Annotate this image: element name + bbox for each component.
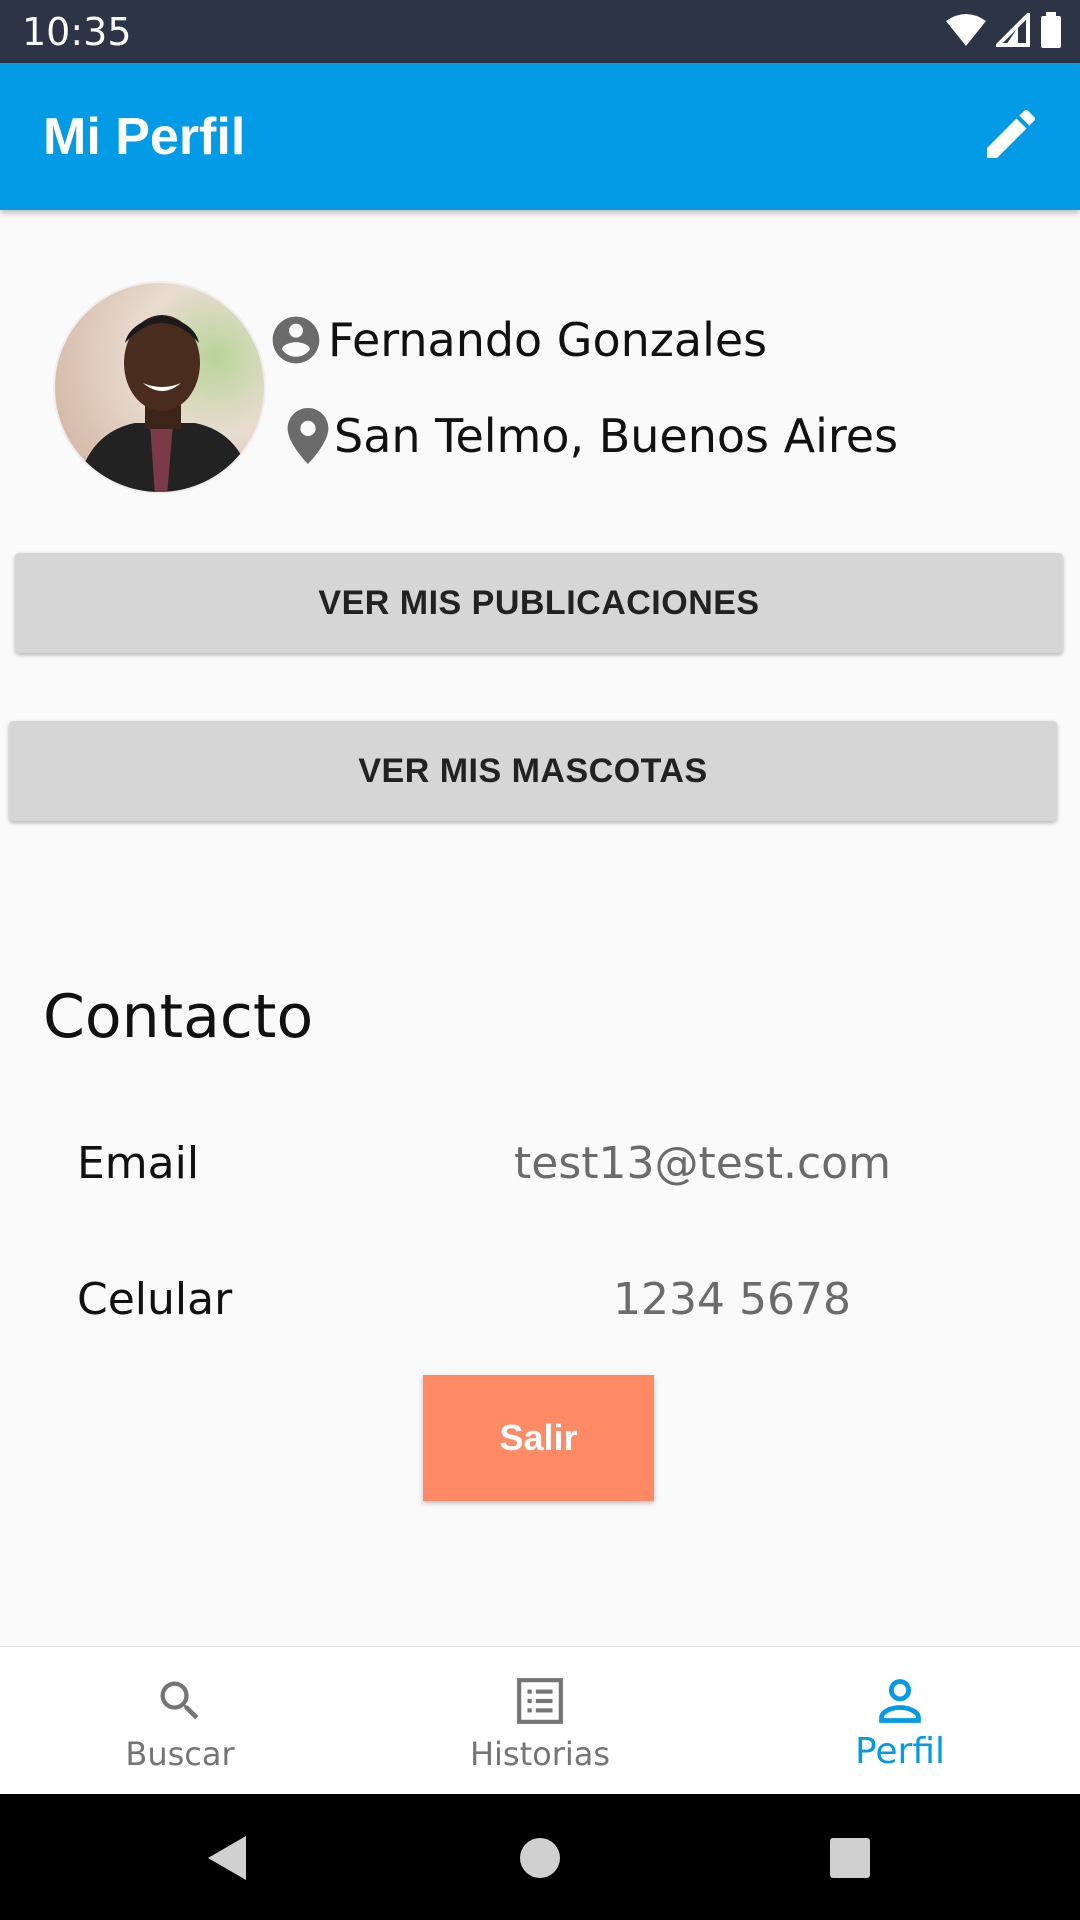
view-publications-button[interactable]: VER MIS PUBLICACIONES [15,553,1063,653]
nav-label-perfil: Perfil [854,1731,946,1772]
wifi-icon [946,13,986,52]
cell-signal-icon [993,9,1030,52]
nav-label-historias: Historias [469,1735,611,1773]
phone-value: 1234 5678 [613,1274,851,1325]
profile-name: Fernando Gonzales [328,313,768,367]
pencil-icon [979,102,1043,171]
system-navigation-bar [0,1794,1080,1920]
profile-location: San Telmo, Buenos Aires [334,409,899,463]
app-bar: Mi Perfil [0,63,1080,210]
email-label: Email [77,1138,200,1189]
back-button[interactable] [196,1830,256,1890]
nav-item-perfil[interactable]: Perfil [720,1647,1080,1794]
recents-square-icon [829,1837,871,1884]
status-bar: 10:35 [0,0,1080,63]
edit-profile-button[interactable] [976,101,1046,171]
bottom-navigation: Buscar Historias Perfil [0,1646,1080,1794]
view-pets-button[interactable]: VER MIS MASCOTAS [9,721,1057,821]
phone-label: Celular [77,1274,233,1325]
page-title: Mi Perfil [43,108,246,166]
nav-item-buscar[interactable]: Buscar [0,1647,360,1794]
account-circle-icon [268,312,324,368]
logout-button[interactable]: Salir [423,1375,654,1501]
profile-location-row: San Telmo, Buenos Aires [286,404,898,468]
recents-button[interactable] [820,1830,880,1890]
nav-label-buscar: Buscar [125,1735,235,1773]
nav-item-historias[interactable]: Historias [360,1647,720,1794]
home-circle-icon [518,1836,562,1885]
status-icons [946,9,1062,53]
contact-section-title: Contacto [43,982,314,1052]
back-triangle-icon [204,1834,248,1887]
location-pin-icon [286,408,330,464]
battery-icon [1040,11,1062,53]
person-icon [874,1673,926,1729]
search-icon [154,1673,206,1729]
profile-name-row: Fernando Gonzales [268,308,767,372]
avatar [53,281,266,494]
home-button[interactable] [510,1830,570,1890]
list-icon [515,1673,565,1729]
email-value: test13@test.com [514,1138,891,1189]
status-time: 10:35 [22,10,132,54]
